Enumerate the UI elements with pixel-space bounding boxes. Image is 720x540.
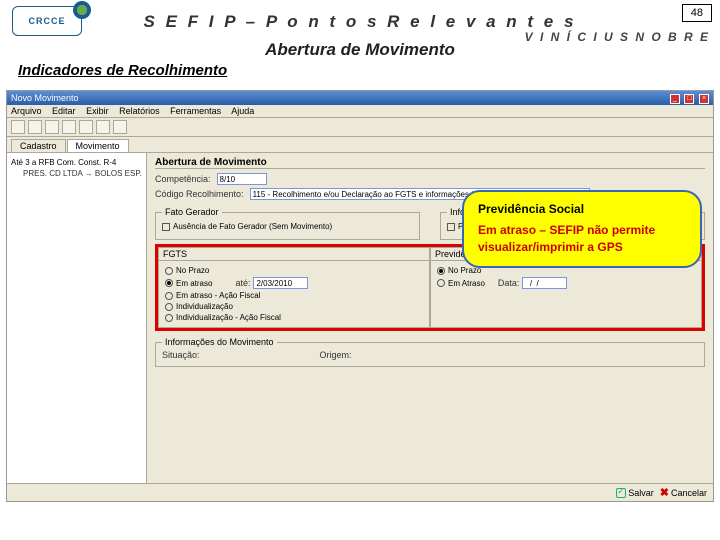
window-titlebar: Novo Movimento _ □ × [7,91,713,105]
author-name: V I N Í C I U S N O B R E [525,30,710,44]
fgts-no-prazo[interactable]: No Prazo [165,266,423,275]
tree-panel[interactable]: Até 3 a RFB Com. Const. R-4 PRES. CD LTD… [7,153,147,493]
check-icon [616,488,626,498]
panel-title: Abertura de Movimento [155,157,705,169]
fgts-individ-fiscal[interactable]: Individualização - Ação Fiscal [165,313,423,322]
toolbar [7,118,713,137]
checkbox-icon [162,223,170,231]
tab-strip: Cadastro Movimento [7,137,713,153]
toolbar-button-1[interactable] [11,120,25,134]
status-bar: Salvar ✖ Cancelar [7,483,713,501]
fgts-panel: FGTS No Prazo Em atraso até: Em atraso -… [158,247,430,328]
fgts-title: FGTS [159,248,429,261]
fato-legend: Fato Gerador [162,207,222,217]
situacao-label: Situação: [162,350,200,360]
ate-label: até: [235,278,250,288]
tab-movimento[interactable]: Movimento [67,139,129,152]
section-label: Indicadores de Recolhimento [18,62,708,79]
restore-icon[interactable]: □ [684,94,694,104]
fato-checkbox-row[interactable]: Ausência de Fato Gerador (Sem Movimento) [162,222,413,231]
info-movimento-fieldset: Informações do Movimento Situação: Orige… [155,337,705,367]
toolbar-button-2[interactable] [28,120,42,134]
window-controls: _ □ × [668,92,709,104]
close-icon[interactable]: × [699,94,709,104]
page-number: 48 [682,4,712,22]
app-window: Novo Movimento _ □ × Arquivo Editar Exib… [6,90,714,502]
info-mov-legend: Informações do Movimento [162,337,277,347]
x-icon: ✖ [660,486,669,499]
prev-data-input[interactable] [522,277,567,289]
tree-child[interactable]: PRES. CD LTDA → BOLOS ESP. [23,168,142,179]
toolbar-button-4[interactable] [62,120,76,134]
cancel-button[interactable]: ✖ Cancelar [660,486,707,499]
tree-root[interactable]: Até 3 a RFB Com. Const. R-4 [11,157,142,168]
slide-header: CRCCE S E F I P – P o n t o s R e l e v … [0,0,720,90]
prev-em-atraso[interactable]: Em Atraso Data: [437,277,695,289]
codigo-label: Código Recolhimento: [155,189,244,199]
toolbar-button-3[interactable] [45,120,59,134]
minimize-icon[interactable]: _ [670,94,680,104]
fgts-individualizacao[interactable]: Individualização [165,302,423,311]
fato-gerador-fieldset: Fato Gerador Ausência de Fato Gerador (S… [155,207,420,240]
save-button[interactable]: Salvar [616,488,654,498]
callout-body: Em atraso – SEFIP não permite visualizar… [478,222,686,256]
slide-title: S E F I P – P o n t o s R e l e v a n t … [12,12,708,32]
logo-crcce: CRCCE [12,6,92,46]
competencia-input[interactable] [217,173,267,185]
checkbox-icon [447,223,455,231]
menu-bar: Arquivo Editar Exibir Relatórios Ferrame… [7,105,713,118]
menu-editar[interactable]: Editar [52,106,76,116]
toolbar-button-7[interactable] [113,120,127,134]
callout-title: Previdência Social [478,202,686,216]
menu-ferramentas[interactable]: Ferramentas [170,106,221,116]
fgts-acao-fiscal[interactable]: Em atraso - Ação Fiscal [165,291,423,300]
window-title: Novo Movimento [11,93,79,103]
tab-cadastro[interactable]: Cadastro [11,139,66,152]
menu-ajuda[interactable]: Ajuda [231,106,254,116]
origem-label: Origem: [320,350,352,360]
prev-data-label: Data: [498,278,520,288]
callout-balloon: Previdência Social Em atraso – SEFIP não… [462,190,702,268]
ate-input[interactable] [253,277,308,289]
toolbar-button-5[interactable] [79,120,93,134]
fato-cb-label: Ausência de Fato Gerador (Sem Movimento) [173,222,332,231]
menu-relatorios[interactable]: Relatórios [119,106,160,116]
toolbar-button-6[interactable] [96,120,110,134]
menu-arquivo[interactable]: Arquivo [11,106,42,116]
menu-exibir[interactable]: Exibir [86,106,109,116]
competencia-label: Competência: [155,174,211,184]
fgts-em-atraso[interactable]: Em atraso até: [165,277,423,289]
